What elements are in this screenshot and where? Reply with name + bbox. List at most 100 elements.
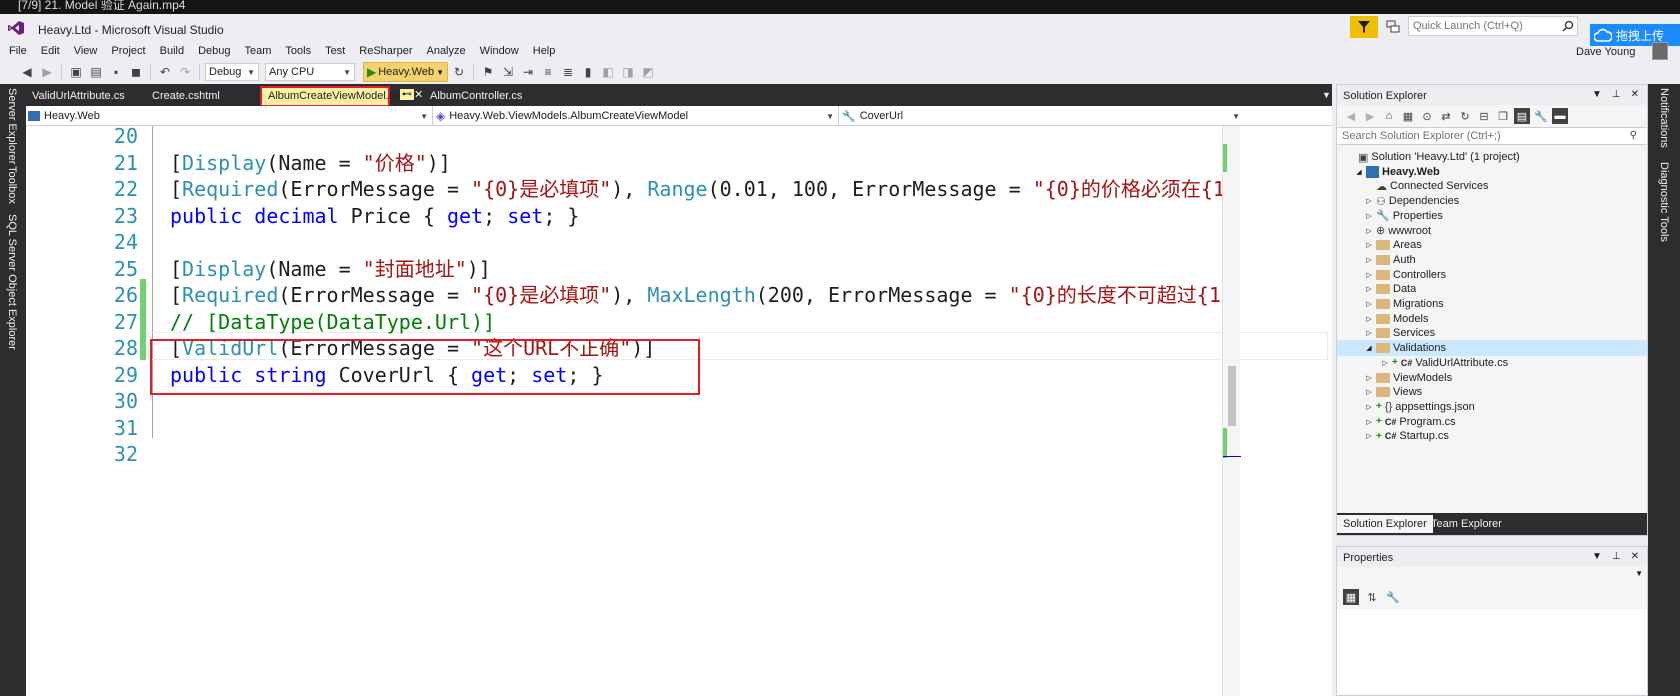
collapsed-triangle-icon[interactable]: ▷ — [1365, 256, 1373, 264]
tree-item[interactable]: ▷ +{} appsettings.json — [1365, 399, 1474, 415]
refresh-icon[interactable]: ↻ — [1457, 108, 1473, 124]
open-file-icon[interactable]: ▤ — [87, 63, 105, 81]
collapsed-triangle-icon[interactable]: ▷ — [1365, 374, 1373, 382]
menu-debug[interactable]: Debug — [191, 43, 237, 59]
refresh-icon[interactable]: ↻ — [450, 63, 468, 81]
tab-album-controller[interactable]: AlbumController.cs — [424, 87, 528, 106]
redo-icon[interactable]: ↷ — [176, 63, 194, 81]
tree-item[interactable]: ▷ ⊕ wwwroot — [1365, 223, 1431, 239]
type-dropdown[interactable]: ◈ Heavy.Web.ViewModels.AlbumCreateViewMo… — [436, 108, 836, 124]
server-explorer-tab[interactable]: Server Explorer — [6, 88, 18, 164]
menu-tools[interactable]: Tools — [278, 43, 318, 59]
browser-link-icon[interactable]: ⚑ — [479, 63, 497, 81]
preview-icon[interactable]: ▬ — [1552, 108, 1568, 124]
tree-item[interactable]: ▷ Auth — [1365, 252, 1415, 268]
comment-icon[interactable]: ≡ — [539, 63, 557, 81]
back-icon[interactable]: ◀ — [1343, 108, 1359, 124]
tree-item[interactable]: ▷ + C# Startup.cs — [1365, 428, 1449, 444]
tab-create-cshtml[interactable]: Create.cshtml — [146, 87, 226, 106]
tree-item[interactable]: ▷ Migrations — [1365, 296, 1443, 312]
collapsed-triangle-icon[interactable]: ▷ — [1365, 329, 1373, 337]
show-all-files-icon[interactable]: ▤ — [1514, 108, 1530, 124]
collapsed-triangle-icon[interactable]: ▷ — [1365, 197, 1373, 205]
quick-launch-input[interactable] — [1408, 16, 1578, 36]
start-debugging-button[interactable]: ▶ Heavy.Web ▼ — [363, 62, 448, 82]
menu-project[interactable]: Project — [104, 43, 152, 59]
menu-window[interactable]: Window — [473, 43, 526, 59]
collapsed-triangle-icon[interactable]: ▷ — [1365, 432, 1373, 440]
categorized-icon[interactable]: ▦ — [1343, 589, 1359, 605]
tab-team-explorer[interactable]: Team Explorer — [1425, 515, 1508, 533]
home-icon[interactable]: ⌂ — [1381, 108, 1397, 124]
expanded-triangle-icon[interactable]: ◢ — [1365, 344, 1373, 352]
tree-item[interactable]: ▷ Controllers — [1365, 267, 1446, 283]
solution-platform-select[interactable]: Any CPU ▼ — [265, 63, 355, 81]
tree-item[interactable]: ▷ Data — [1365, 281, 1416, 297]
code-text-area[interactable]: 20 21 [Display(Name = "价格")] 22 [Required(Er… — [26, 126, 1332, 696]
pin-icon[interactable]: ⊥ — [1612, 551, 1621, 562]
menu-test[interactable]: Test — [318, 43, 352, 59]
alphabetical-icon[interactable]: ⇅ — [1364, 589, 1380, 605]
collapsed-triangle-icon[interactable]: ▷ — [1365, 285, 1373, 293]
remote-icon[interactable] — [1386, 20, 1400, 34]
pin-icon[interactable]: ⊥ — [1612, 89, 1621, 100]
expanded-triangle-icon[interactable]: ◢ — [1355, 168, 1363, 176]
menu-file[interactable]: File — [0, 43, 34, 59]
switch-views-icon[interactable]: ▦ — [1400, 108, 1416, 124]
search-icon[interactable] — [1562, 20, 1574, 32]
menu-build[interactable]: Build — [153, 43, 191, 59]
tab-overflow-icon[interactable]: ▼ — [1322, 90, 1331, 100]
close-icon[interactable]: ✕ — [414, 88, 423, 101]
collapsed-triangle-icon[interactable]: ▷ — [1365, 403, 1373, 411]
tab-solution-explorer[interactable]: Solution Explorer — [1337, 515, 1433, 533]
collapsed-triangle-icon[interactable]: ▷ — [1365, 212, 1373, 220]
menu-help[interactable]: Help — [526, 43, 563, 59]
tree-item[interactable]: ▷ ⚇ Dependencies — [1365, 193, 1459, 209]
menu-analyze[interactable]: Analyze — [419, 43, 472, 59]
bookmark-icon[interactable]: ▮ — [579, 63, 597, 81]
prev-bookmark-icon[interactable]: ◧ — [599, 63, 617, 81]
step-icon[interactable]: ⇲ — [499, 63, 517, 81]
menu-resharper[interactable]: ReSharper — [352, 43, 419, 59]
tab-valid-url-attribute[interactable]: ValidUrlAttribute.cs — [26, 87, 131, 106]
tree-item[interactable]: ▷ + C# Program.cs — [1365, 414, 1455, 430]
sync-icon[interactable]: ⇄ — [1438, 108, 1454, 124]
collapsed-triangle-icon[interactable]: ▷ — [1365, 418, 1373, 426]
forward-icon[interactable]: ▶ — [1362, 108, 1378, 124]
solution-configuration-select[interactable]: Debug ▼ — [205, 63, 259, 81]
feedback-filter-button[interactable] — [1350, 16, 1378, 38]
toolbox-tab[interactable]: Toolbox — [6, 166, 18, 204]
tree-item[interactable]: ▷ Areas — [1365, 237, 1421, 253]
wrench-icon[interactable]: 🔧 — [1533, 108, 1549, 124]
collapsed-triangle-icon[interactable]: ▷ — [1365, 300, 1373, 308]
save-all-icon[interactable]: ◼ — [127, 63, 145, 81]
uncomment-icon[interactable]: ≣ — [559, 63, 577, 81]
collapse-all-icon[interactable]: ⊟ — [1476, 108, 1492, 124]
collapsed-triangle-icon[interactable]: ▷ — [1365, 271, 1373, 279]
diagnostic-tools-tab[interactable]: Diagnostic Tools — [1658, 162, 1670, 242]
tree-item[interactable]: ▷ Models — [1365, 311, 1428, 327]
back-icon[interactable]: ◀ — [18, 63, 36, 81]
menu-team[interactable]: Team — [238, 43, 279, 59]
property-pages-icon[interactable]: 🔧 — [1385, 589, 1401, 605]
sql-server-object-explorer-tab[interactable]: SQL Server Object Explorer — [6, 214, 18, 350]
tree-item[interactable]: ▷ Services — [1365, 325, 1435, 341]
collapsed-triangle-icon[interactable]: ▷ — [1365, 227, 1373, 235]
forward-icon[interactable]: ▶ — [38, 63, 56, 81]
tree-item[interactable]: ▣ Solution 'Heavy.Ltd' (1 project) — [1347, 149, 1520, 165]
object-selector[interactable]: ▼ — [1337, 567, 1647, 585]
tree-item[interactable]: ◢ Heavy.Web — [1355, 164, 1440, 180]
member-dropdown[interactable]: 🔧 CoverUrl ▼ — [842, 108, 1242, 124]
close-icon[interactable]: ✕ — [1631, 89, 1639, 100]
scrollbar-thumb[interactable] — [1228, 366, 1236, 426]
menu-view[interactable]: View — [67, 43, 105, 59]
user-name[interactable]: Dave Young — [1576, 46, 1635, 58]
tree-item[interactable]: ◢ Validations — [1337, 340, 1647, 357]
pin-icon[interactable]: ⊷ — [400, 89, 414, 100]
project-dropdown[interactable]: Heavy.Web ▼ — [28, 108, 430, 124]
notifications-tab[interactable]: Notifications — [1658, 88, 1670, 148]
collapsed-triangle-icon[interactable]: ▷ — [1365, 315, 1373, 323]
pending-changes-icon[interactable]: ⊙ — [1419, 108, 1435, 124]
collapsed-triangle-icon[interactable]: ▷ — [1365, 241, 1373, 249]
indent-icon[interactable]: ⇥ — [519, 63, 537, 81]
